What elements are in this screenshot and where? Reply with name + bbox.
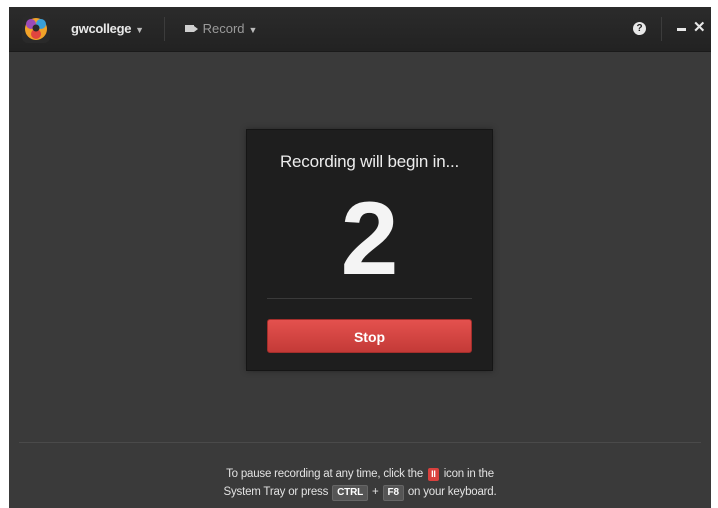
footer-text-segment: on your keyboard. — [407, 486, 497, 498]
close-icon[interactable]: ✕ — [693, 20, 706, 36]
title-separator — [661, 17, 662, 41]
footer-line-1: To pause recording at any time, click th… — [9, 465, 711, 483]
app-logo-icon[interactable] — [22, 15, 50, 43]
countdown-number: 2 — [340, 181, 399, 297]
footer-line-2: System Tray or press CTRL + F8 on your k… — [9, 483, 711, 501]
dialog-divider — [267, 298, 472, 299]
footer-divider — [19, 442, 701, 443]
caret-down-icon: ▼ — [248, 25, 258, 35]
ctrl-key: CTRL — [332, 485, 369, 501]
plus-sign: + — [372, 486, 379, 498]
app-window: gwcollege ▼ Record ▼ ? ✕ Recording will be… — [9, 7, 711, 508]
f8-key: F8 — [382, 485, 404, 501]
account-dropdown[interactable]: gwcollege ▼ — [71, 21, 144, 36]
footer-instructions: To pause recording at any time, click th… — [9, 465, 711, 501]
stop-button[interactable]: Stop — [267, 319, 472, 353]
footer-text-segment: icon in the — [443, 468, 494, 480]
video-camera-icon — [185, 25, 198, 32]
minimize-icon[interactable] — [677, 28, 686, 31]
title-separator — [164, 17, 165, 41]
help-icon[interactable]: ? — [633, 22, 646, 35]
footer-text-segment: System Tray or press — [223, 486, 329, 498]
record-dropdown[interactable]: Record ▼ — [185, 21, 257, 36]
countdown-title: Recording will begin in... — [279, 152, 460, 171]
title-bar: gwcollege ▼ Record ▼ ? ✕ — [9, 7, 711, 52]
footer-text-segment: To pause recording at any time, click th… — [226, 468, 424, 480]
caret-down-icon: ▼ — [135, 25, 144, 35]
account-label: gwcollege — [71, 21, 132, 36]
record-label: Record — [202, 21, 245, 36]
countdown-dialog: Recording will begin in... 2 Stop — [246, 129, 493, 371]
pause-icon: II — [428, 468, 439, 481]
